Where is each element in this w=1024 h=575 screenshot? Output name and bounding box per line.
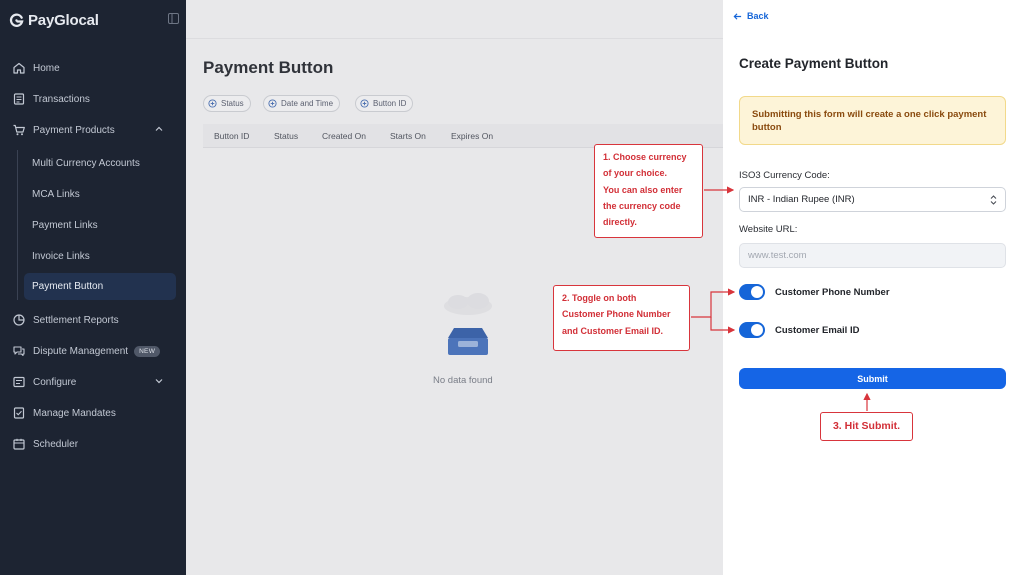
annotation-step-2: 2. Toggle on both Customer Phone Number … — [553, 285, 690, 351]
configure-icon — [13, 376, 25, 388]
email-toggle-row: Customer Email ID — [739, 322, 859, 338]
submenu-divider — [17, 150, 18, 300]
add-filter-icon — [360, 99, 369, 108]
sidebar-item-scheduler[interactable]: Scheduler — [12, 433, 180, 455]
phone-toggle-row: Customer Phone Number — [739, 284, 890, 300]
dispute-icon — [13, 346, 25, 357]
sidebar-subitem-mca-links[interactable]: MCA Links — [24, 181, 176, 208]
annotation-step-3: 3. Hit Submit. — [820, 412, 913, 441]
annotation-line: 1. Choose currency — [603, 152, 687, 162]
chevron-down-icon[interactable] — [154, 376, 164, 386]
sidebar-item-configure[interactable]: Configure — [12, 371, 180, 393]
sidebar-item-home[interactable]: Home — [12, 57, 180, 79]
mandate-icon — [13, 407, 25, 419]
panel-title: Create Payment Button — [739, 56, 889, 71]
annotation-step-1: 1. Choose currency of your choice. You c… — [594, 144, 703, 238]
sidebar-item-settlement-reports[interactable]: Settlement Reports — [12, 309, 180, 331]
add-filter-icon — [268, 99, 277, 108]
currency-select[interactable]: INR - Indian Rupee (INR) — [739, 187, 1006, 212]
arrow-left-icon — [733, 12, 742, 20]
sidebar-item-label: Settlement Reports — [33, 314, 119, 326]
website-url-placeholder: www.test.com — [748, 250, 807, 261]
annotation-line: directly. — [603, 217, 637, 228]
website-url-input[interactable]: www.test.com — [739, 243, 1006, 268]
customer-phone-toggle[interactable] — [739, 284, 765, 300]
sidebar-item-manage-mandates[interactable]: Manage Mandates — [12, 402, 180, 424]
sidebar: PayGlocal Home Transactions Payment Prod… — [0, 0, 186, 575]
annotation-line: of your choice. — [603, 168, 668, 179]
add-filter-icon — [208, 99, 217, 108]
sidebar-subitem-multi-currency-accounts[interactable]: Multi Currency Accounts — [24, 150, 176, 177]
receipt-icon — [13, 93, 25, 105]
sidebar-item-label: Configure — [33, 376, 77, 388]
filter-chip-label: Button ID — [373, 99, 407, 108]
annotation-line: 2. Toggle on both — [562, 293, 637, 303]
chevron-up-icon[interactable] — [154, 124, 164, 134]
filter-chip-date-and-time[interactable]: Date and Time — [263, 95, 341, 112]
brand-name: PayGlocal — [28, 11, 99, 29]
pie-chart-icon — [13, 314, 25, 326]
toggle-knob — [751, 324, 763, 336]
sidebar-subitem-label: Payment Links — [32, 220, 98, 231]
warning-alert: Submitting this form will create a one c… — [739, 96, 1006, 145]
sidebar-subitem-invoice-links[interactable]: Invoice Links — [24, 243, 176, 270]
sidebar-subitem-label: MCA Links — [32, 189, 80, 200]
sidebar-item-dispute-management[interactable]: Dispute Management NEW — [12, 340, 180, 362]
column-header-expires-on[interactable]: Expires On — [451, 131, 493, 141]
select-arrows-icon — [990, 195, 997, 205]
empty-inbox-icon — [444, 293, 492, 355]
currency-label: ISO3 Currency Code: — [739, 170, 830, 181]
column-header-button-id[interactable]: Button ID — [214, 131, 249, 141]
filter-chip-label: Status — [221, 99, 244, 108]
cart-icon — [13, 124, 25, 136]
top-bar — [186, 0, 723, 39]
empty-state-text: No data found — [433, 375, 493, 386]
column-header-starts-on[interactable]: Starts On — [390, 131, 426, 141]
back-label: Back — [747, 11, 769, 21]
submit-button[interactable]: Submit — [739, 368, 1006, 389]
customer-email-label: Customer Email ID — [775, 324, 860, 336]
collapse-sidebar-icon[interactable] — [168, 13, 179, 24]
annotation-line: the currency code — [603, 200, 681, 211]
sidebar-item-label: Manage Mandates — [33, 407, 116, 419]
sidebar-subitem-label: Invoice Links — [32, 251, 90, 262]
sidebar-item-label: Dispute Management — [33, 345, 129, 357]
toggle-knob — [751, 286, 763, 298]
sidebar-item-label: Transactions — [33, 93, 90, 105]
sidebar-subitem-payment-button[interactable]: Payment Button — [24, 273, 176, 300]
sidebar-item-transactions[interactable]: Transactions — [12, 88, 180, 110]
annotation-line: You can also enter — [603, 184, 683, 195]
sidebar-item-label: Home — [33, 62, 60, 74]
column-header-status[interactable]: Status — [274, 131, 298, 141]
sidebar-item-label: Scheduler — [33, 438, 79, 450]
annotation-line: Customer Phone Number — [562, 309, 671, 320]
sidebar-item-payment-products[interactable]: Payment Products — [12, 119, 180, 141]
sidebar-subitem-label: Payment Button — [32, 281, 104, 292]
back-link[interactable]: Back — [733, 11, 769, 21]
page-title: Payment Button — [203, 58, 334, 77]
customer-email-toggle[interactable] — [739, 322, 765, 338]
new-badge: NEW — [134, 345, 161, 357]
brand-logo[interactable]: PayGlocal — [9, 10, 99, 30]
scheduler-icon — [13, 438, 25, 450]
home-icon — [13, 62, 25, 74]
filter-chip-button-id[interactable]: Button ID — [355, 95, 414, 112]
website-label: Website URL: — [739, 224, 798, 235]
sidebar-subitem-label: Multi Currency Accounts — [32, 158, 140, 169]
filter-chip-label: Date and Time — [281, 99, 334, 108]
create-payment-button-panel: Back Create Payment Button Submitting th… — [723, 0, 1024, 575]
sidebar-subitem-payment-links[interactable]: Payment Links — [24, 212, 176, 239]
filter-chip-status[interactable]: Status — [203, 95, 251, 112]
customer-phone-label: Customer Phone Number — [775, 286, 890, 298]
currency-select-value: INR - Indian Rupee (INR) — [748, 194, 855, 205]
sidebar-item-label: Payment Products — [33, 124, 115, 136]
annotation-line: and Customer Email ID. — [562, 325, 664, 336]
column-header-created-on[interactable]: Created On — [322, 131, 366, 141]
payglocal-logo-icon — [9, 12, 24, 27]
